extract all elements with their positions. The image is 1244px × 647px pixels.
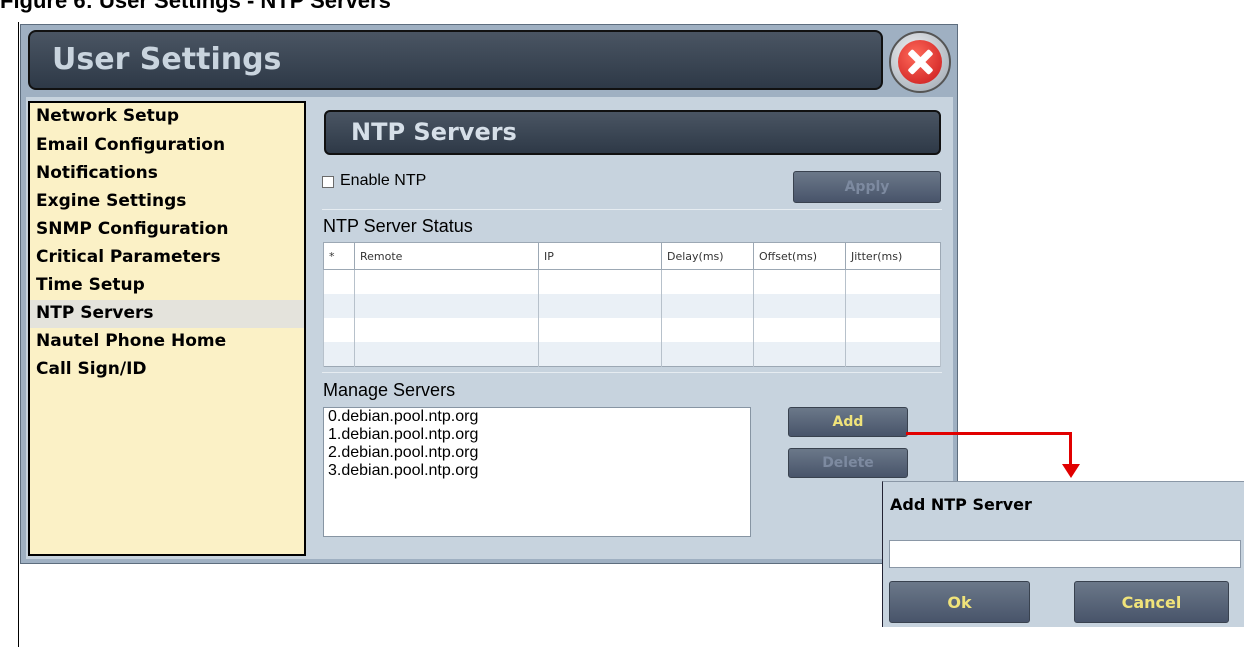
column-header-ip[interactable]: IP: [538, 242, 662, 270]
enable-ntp-label: Enable NTP: [340, 172, 427, 189]
sidebar-item-network-setup[interactable]: Network Setup: [36, 106, 304, 134]
dialog-title: Add NTP Server: [890, 495, 1032, 514]
callout-arrow-line: [1069, 432, 1072, 466]
ntp-server-input[interactable]: [889, 540, 1241, 568]
column-header-delay[interactable]: Delay(ms): [661, 242, 754, 270]
add-server-button[interactable]: Add: [788, 407, 908, 437]
section-title: NTP Servers: [351, 118, 517, 146]
table-row: [323, 342, 941, 367]
app-title: User Settings: [52, 42, 282, 77]
sidebar-item-call-sign-id[interactable]: Call Sign/ID: [36, 359, 304, 387]
list-item[interactable]: 3.debian.pool.ntp.org: [328, 462, 750, 480]
column-header-star[interactable]: *: [323, 242, 355, 270]
divider: [322, 209, 942, 210]
ok-button[interactable]: Ok: [889, 581, 1030, 623]
delete-server-button[interactable]: Delete: [788, 448, 908, 478]
column-header-remote[interactable]: Remote: [354, 242, 539, 270]
enable-ntp-checkbox[interactable]: [322, 176, 334, 188]
list-item[interactable]: 0.debian.pool.ntp.org: [328, 408, 750, 426]
server-list[interactable]: 0.debian.pool.ntp.org 1.debian.pool.ntp.…: [323, 407, 751, 537]
ntp-status-label: NTP Server Status: [323, 216, 473, 236]
sidebar-item-time-setup[interactable]: Time Setup: [36, 275, 304, 303]
divider: [322, 372, 942, 373]
figure-frame-line: [18, 22, 19, 647]
figure-caption: Figure 6: User Settings - NTP Servers: [0, 0, 391, 13]
manage-servers-label: Manage Servers: [323, 380, 456, 400]
sidebar-item-email-configuration[interactable]: Email Configuration: [36, 135, 304, 163]
table-row: [323, 294, 941, 318]
list-item[interactable]: 1.debian.pool.ntp.org: [328, 426, 750, 444]
sidebar-item-critical-parameters[interactable]: Critical Parameters: [36, 247, 304, 275]
callout-arrow-line: [906, 432, 1072, 435]
sidebar-item-snmp-configuration[interactable]: SNMP Configuration: [36, 219, 304, 247]
cancel-button[interactable]: Cancel: [1074, 581, 1229, 623]
sidebar-item-exgine-settings[interactable]: Exgine Settings: [36, 191, 304, 219]
apply-button[interactable]: Apply: [793, 171, 941, 203]
arrow-down-icon: [1062, 464, 1080, 478]
close-icon: [898, 40, 942, 84]
table-row: [323, 269, 941, 294]
sidebar-item-ntp-servers[interactable]: NTP Servers: [30, 300, 304, 328]
list-item[interactable]: 2.debian.pool.ntp.org: [328, 444, 750, 462]
sidebar-item-nautel-phone-home[interactable]: Nautel Phone Home: [36, 331, 304, 359]
sidebar-item-notifications[interactable]: Notifications: [36, 163, 304, 191]
column-header-jitter[interactable]: Jitter(ms): [845, 242, 941, 270]
close-button[interactable]: [889, 31, 951, 93]
table-row: [323, 318, 941, 342]
ntp-status-table: * Remote IP Delay(ms) Offset(ms) Jitter(…: [323, 242, 941, 367]
column-header-offset[interactable]: Offset(ms): [753, 242, 846, 270]
